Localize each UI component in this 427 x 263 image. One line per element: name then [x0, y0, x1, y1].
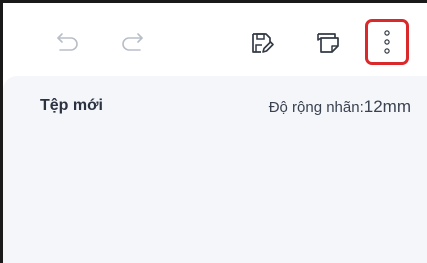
undo-icon — [54, 32, 80, 54]
redo-button[interactable] — [116, 28, 150, 58]
redo-icon — [120, 32, 146, 54]
save-edit-icon — [249, 30, 275, 56]
more-menu-button[interactable] — [368, 22, 406, 62]
more-vertical-icon — [382, 29, 392, 55]
label-width-info[interactable]: Độ rộng nhãn:12mm — [269, 97, 411, 117]
label-width-caption: Độ rộng nhãn: — [268, 99, 364, 116]
file-title: Tệp mới — [40, 97, 103, 114]
template-button[interactable] — [311, 27, 345, 59]
label-template-icon — [315, 30, 341, 56]
save-button[interactable] — [245, 27, 279, 59]
undo-button[interactable] — [50, 28, 84, 58]
label-width-value: 12mm — [363, 97, 411, 116]
